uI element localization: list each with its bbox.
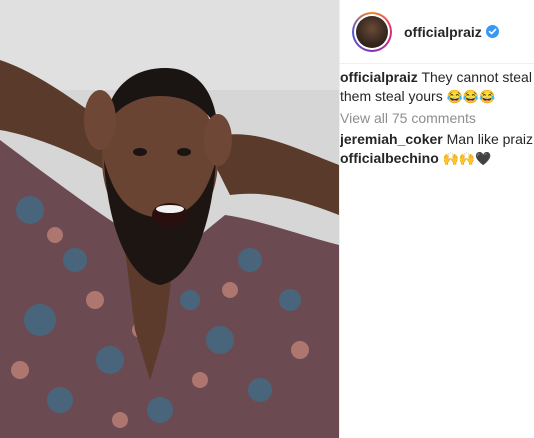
post-photo[interactable] (0, 0, 339, 438)
post-username[interactable]: officialpraiz (404, 24, 482, 40)
caption-text-line2: them steal yours (340, 88, 443, 104)
comment-item: jeremiah_coker Man like praiz (340, 130, 534, 149)
comment-username[interactable]: jeremiah_coker (340, 131, 443, 147)
view-all-comments-link[interactable]: View all 75 comments (340, 109, 534, 128)
caption-emojis: 😂😂😂 (446, 89, 496, 104)
post-sidebar: officialpraiz officialpraiz They cannot … (339, 0, 534, 438)
comment-item: officialbechino 🙌🙌🖤 (340, 149, 534, 168)
verified-badge-icon (485, 25, 499, 38)
comment-text: Man like praiz (446, 131, 533, 147)
caption-username[interactable]: officialpraiz (340, 69, 418, 85)
avatar-border (354, 13, 390, 50)
post-image (0, 0, 339, 438)
post-header: officialpraiz (340, 0, 534, 64)
avatar-image (356, 15, 388, 48)
caption: officialpraiz They cannot steal (340, 68, 534, 87)
comment-text: 🙌🙌🖤 (442, 151, 492, 166)
avatar[interactable] (352, 11, 392, 52)
comments-section: officialpraiz They cannot steal them ste… (340, 64, 534, 168)
caption-text-line1: They cannot steal (421, 69, 532, 85)
caption-continued: them steal yours 😂😂😂 (340, 87, 534, 106)
comment-username[interactable]: officialbechino (340, 150, 439, 166)
